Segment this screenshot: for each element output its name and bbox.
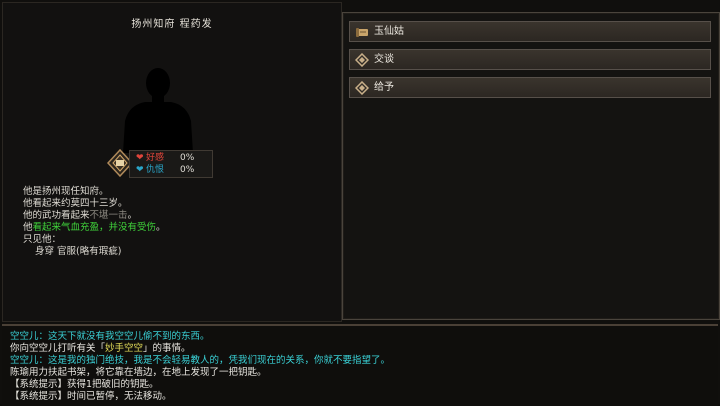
- log-line: 空空儿：这天下就没有我空空儿偷不到的东西。: [10, 331, 210, 342]
- desc-line: 他看起来气血充盈，并没有受伤。: [23, 222, 166, 233]
- martial-level: 不堪一击: [89, 210, 128, 221]
- health-status: 看起来气血充盈，并没有受伤: [32, 222, 157, 233]
- npc-description: 他是扬州现任知府。 他看起来约莫四十三岁。 他的武功看起来不堪一击。 他看起来气…: [23, 186, 166, 258]
- menu-item-talk[interactable]: 交谈: [349, 49, 711, 70]
- log-line: 你向空空儿打听有关「妙手空空」的事情。: [10, 343, 191, 354]
- menu-item-give[interactable]: 给予: [349, 77, 711, 98]
- menu-item-label: 玉仙姑: [374, 26, 404, 37]
- desc-line: 他是扬州现任知府。: [23, 186, 109, 197]
- diamond-icon: [355, 81, 369, 95]
- favor-row: ❤ 好感 0%: [136, 152, 194, 164]
- game-screen: 扬州知府 程药发 ❤ 好感 0% ❤ 仇恨 0% 他是扬州现任知府。 他看起来约…: [0, 0, 720, 406]
- relation-values: ❤ 好感 0% ❤ 仇恨 0%: [129, 150, 213, 178]
- npc-portrait-silhouette: [123, 68, 193, 153]
- menu-item-yuxiangu[interactable]: 玉仙姑: [349, 21, 711, 42]
- npc-title: 扬州知府 程药发: [131, 19, 213, 30]
- relation-panel: ❤ 好感 0% ❤ 仇恨 0%: [107, 149, 213, 178]
- diamond-icon: [355, 53, 369, 67]
- message-log-lines: 空空儿：这天下就没有我空空儿偷不到的东西。 你向空空儿打听有关「妙手空空」的事情…: [10, 331, 390, 403]
- favor-value: 0%: [180, 153, 195, 163]
- desc-line: 他看起来约莫四十三岁。: [23, 198, 128, 209]
- hatred-value: 0%: [180, 165, 195, 175]
- equipment-line: 身穿 官服(略有瑕疵): [35, 246, 122, 257]
- scroll-icon: [356, 28, 368, 37]
- hatred-row: ❤ 仇恨 0%: [136, 164, 194, 176]
- message-log[interactable]: 空空儿：这天下就没有我空空儿偷不到的东西。 你向空空儿打听有关「妙手空空」的事情…: [2, 324, 718, 406]
- menu-item-label: 交谈: [374, 54, 394, 65]
- menu-item-label: 给予: [374, 82, 394, 93]
- hatred-label: 仇恨: [146, 165, 165, 175]
- log-line: 【系统提示】时间已暂停，无法移动。: [10, 391, 172, 402]
- heart-icon: ❤: [136, 153, 144, 163]
- heart-icon: ❤: [136, 165, 144, 175]
- log-line: 空空儿：这是我的独门绝技，我是不会轻易教人的，凭我们现在的关系，你就不要指望了。: [10, 355, 391, 366]
- log-line: 陈瑜用力扶起书架，将它靠在墙边，在地上发现了一把钥匙。: [10, 367, 267, 378]
- action-menu-panel: 玉仙姑 交谈 给予: [342, 12, 720, 320]
- log-line: 【系统提示】获得1把破旧的钥匙。: [10, 379, 159, 390]
- favor-label: 好感: [146, 153, 165, 163]
- desc-line: 他的武功看起来不堪一击。: [23, 210, 138, 221]
- npc-info-panel: 扬州知府 程药发 ❤ 好感 0% ❤ 仇恨 0% 他是扬州现任知府。 他看起来约…: [2, 2, 342, 322]
- skill-name: 妙手空空: [105, 343, 144, 354]
- desc-line: 只见他：: [23, 234, 62, 245]
